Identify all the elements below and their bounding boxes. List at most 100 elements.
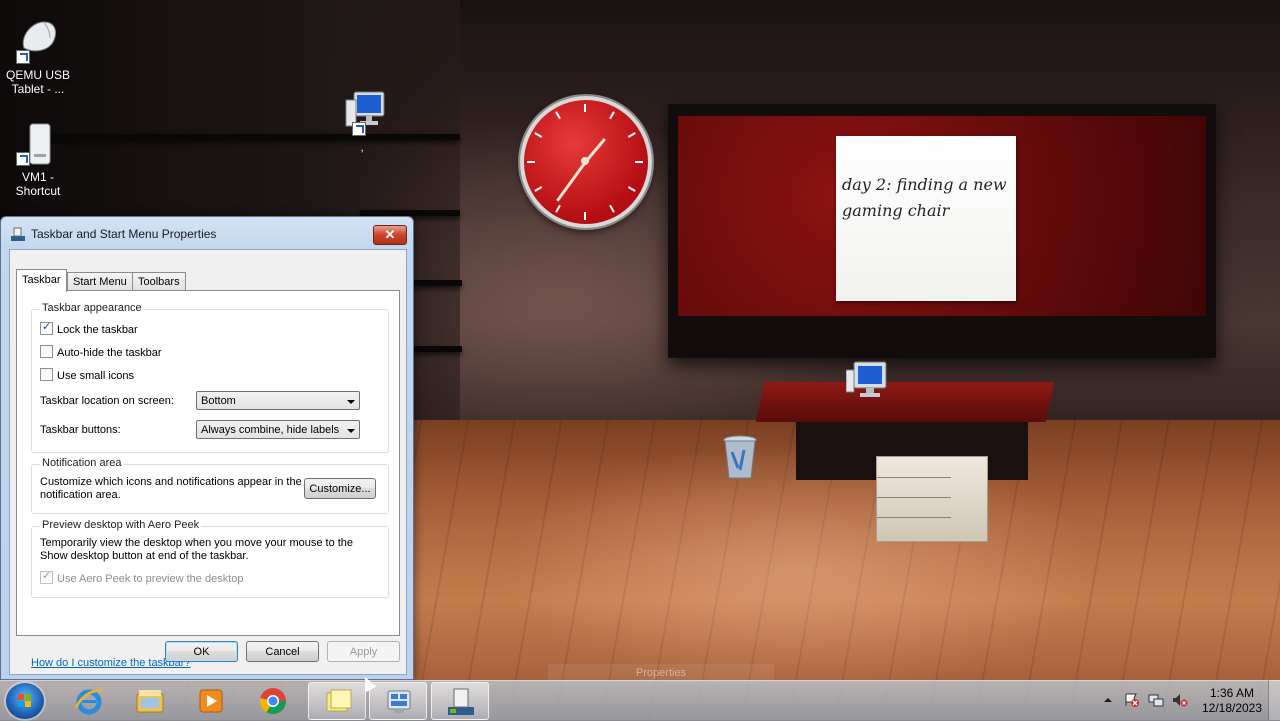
checkbox-label: Use small icons bbox=[57, 370, 135, 382]
group-title: Taskbar appearance bbox=[40, 302, 144, 314]
taskbar-properties-icon bbox=[11, 227, 25, 241]
customize-button[interactable]: Customize... bbox=[304, 478, 376, 499]
mouse-icon bbox=[14, 18, 62, 66]
computer-icon[interactable] bbox=[846, 360, 890, 402]
clock-minute-hand bbox=[556, 161, 587, 202]
group-aero-peek: Preview desktop with Aero Peek Temporari… bbox=[31, 519, 389, 598]
checkbox-box[interactable] bbox=[40, 345, 53, 358]
taskbar-button-taskbar-properties[interactable] bbox=[431, 682, 489, 720]
network-computer-icon bbox=[338, 90, 386, 138]
desc-line: notification area. bbox=[40, 489, 121, 501]
ok-button[interactable]: OK bbox=[165, 641, 238, 662]
clock-tick bbox=[584, 104, 586, 112]
desc-line: Show desktop button at end of the taskba… bbox=[40, 550, 249, 562]
lock-taskbar-checkbox[interactable]: Lock the taskbar bbox=[40, 320, 138, 336]
desc-line: Temporarily view the desktop when you mo… bbox=[40, 537, 354, 549]
recycle-bin-icon[interactable] bbox=[722, 434, 758, 482]
dialog-titlebar[interactable]: Taskbar and Start Menu Properties ✕ bbox=[1, 217, 413, 249]
desc-line: Customize which icons and notifications … bbox=[40, 476, 302, 488]
show-hidden-icons-icon[interactable] bbox=[1100, 692, 1116, 708]
tab-taskbar[interactable]: Taskbar bbox=[16, 269, 67, 292]
checkbox-label: Lock the taskbar bbox=[57, 324, 138, 336]
dialog-title: Taskbar and Start Menu Properties bbox=[31, 227, 217, 241]
taskbar-location-label: Taskbar location on screen: bbox=[40, 395, 174, 407]
drawer-divider bbox=[877, 497, 951, 498]
clock-date: 12/18/2023 bbox=[1201, 701, 1263, 715]
taskbar-button-sticky-notes[interactable] bbox=[308, 682, 366, 720]
network-icon[interactable] bbox=[1148, 692, 1164, 708]
wallpaper-drawer-unit bbox=[876, 456, 988, 542]
sticky-note-gadget[interactable]: day 2: finding a new gaming chair bbox=[836, 136, 1016, 301]
clock-tick bbox=[609, 204, 615, 213]
tab-toolbars[interactable]: Toolbars bbox=[132, 272, 186, 291]
drawer-divider bbox=[877, 517, 951, 518]
start-button[interactable] bbox=[6, 683, 44, 719]
desktop-icon-label-text: VM1 - Shortcut bbox=[15, 170, 61, 198]
clock-tick bbox=[635, 161, 643, 163]
volume-muted-icon[interactable] bbox=[1172, 692, 1188, 708]
drawer-divider bbox=[877, 477, 951, 478]
desktop-icon-label: VM1 - Shortcut bbox=[0, 170, 76, 198]
taskbar-clock[interactable]: 1:36 AM 12/18/2023 bbox=[1194, 686, 1270, 716]
desktop-icon-vm1-shortcut[interactable]: VM1 - Shortcut bbox=[0, 120, 76, 198]
checkbox-label: Use Aero Peek to preview the desktop bbox=[57, 573, 244, 585]
taskbar-button-internet-explorer[interactable] bbox=[60, 682, 118, 720]
clock-tick bbox=[555, 204, 561, 213]
small-icons-checkbox[interactable]: Use small icons bbox=[40, 368, 134, 382]
sticky-notes-icon bbox=[326, 689, 352, 712]
apply-button[interactable]: Apply bbox=[327, 641, 400, 662]
desktop-icon-network-computer[interactable]: , bbox=[324, 90, 400, 154]
desktop-icon-qemu-usb-tablet[interactable]: QEMU USB Tablet - ... bbox=[0, 18, 76, 96]
taskbar-button-file-explorer[interactable] bbox=[121, 682, 179, 720]
aero-peek-checkbox: Use Aero Peek to preview the desktop bbox=[40, 569, 244, 585]
clock-tick bbox=[527, 161, 535, 163]
dialog-client-area: Taskbar Start Menu Toolbars Taskbar appe… bbox=[9, 249, 407, 675]
group-title: Notification area bbox=[40, 457, 124, 469]
taskbar-buttons-select[interactable]: Always combine, hide labels bbox=[196, 420, 360, 439]
checkbox-box[interactable] bbox=[40, 320, 53, 335]
clock-time: 1:36 AM bbox=[1209, 686, 1255, 700]
shortcut-arrow-icon bbox=[16, 50, 30, 64]
taskbar-button-chrome[interactable] bbox=[244, 682, 302, 720]
wallpaper-shelf bbox=[410, 346, 462, 352]
show-desktop-button[interactable] bbox=[1268, 680, 1280, 720]
cancel-button[interactable]: Cancel bbox=[246, 641, 319, 662]
tab-start-menu[interactable]: Start Menu bbox=[67, 272, 133, 291]
internet-explorer-icon bbox=[74, 689, 103, 715]
group-title: Preview desktop with Aero Peek bbox=[40, 519, 202, 531]
clock-center bbox=[581, 157, 589, 165]
notification-description: Customize which icons and notifications … bbox=[40, 476, 302, 502]
windows-flag-icon bbox=[18, 694, 32, 708]
clock-tick bbox=[534, 132, 543, 138]
group-taskbar-appearance: Taskbar appearance Lock the taskbar Auto… bbox=[31, 302, 389, 453]
clock-tick bbox=[609, 111, 615, 120]
wallpaper-shelf bbox=[410, 280, 462, 286]
taskbar-location-select[interactable]: Bottom bbox=[196, 391, 360, 410]
chrome-icon bbox=[259, 688, 287, 715]
clock-gadget[interactable] bbox=[520, 96, 652, 228]
clock-tick bbox=[555, 111, 561, 120]
clock-tick bbox=[584, 212, 586, 220]
file-explorer-icon bbox=[136, 690, 164, 713]
desktop-icon-label: , bbox=[360, 140, 364, 154]
tab-panel-taskbar: Taskbar appearance Lock the taskbar Auto… bbox=[16, 290, 400, 669]
taskbar-properties-dialog[interactable]: Taskbar and Start Menu Properties ✕ Task… bbox=[0, 216, 414, 680]
chevron-down-icon bbox=[347, 429, 355, 433]
action-center-icon[interactable] bbox=[1124, 692, 1140, 708]
close-button[interactable]: ✕ bbox=[373, 225, 407, 245]
chevron-down-icon bbox=[347, 400, 355, 404]
sticky-note-text[interactable]: day 2: finding a new gaming chair bbox=[842, 172, 1010, 224]
taskbar-button-media-player[interactable] bbox=[182, 682, 240, 720]
taskbar bbox=[0, 680, 1280, 721]
select-value: Bottom bbox=[201, 395, 236, 407]
group-notification-area: Notification area Customize which icons … bbox=[31, 457, 389, 514]
taskbar-button-gadgets[interactable] bbox=[369, 682, 427, 720]
autohide-taskbar-checkbox[interactable]: Auto-hide the taskbar bbox=[40, 345, 162, 359]
checkbox-box bbox=[40, 569, 53, 584]
taskbar-properties-icon bbox=[448, 688, 474, 715]
checkbox-box[interactable] bbox=[40, 368, 53, 381]
shortcut-arrow-icon bbox=[16, 152, 30, 166]
close-icon: ✕ bbox=[384, 227, 396, 242]
select-value: Always combine, hide labels bbox=[201, 424, 340, 436]
clock-tick bbox=[627, 132, 636, 138]
